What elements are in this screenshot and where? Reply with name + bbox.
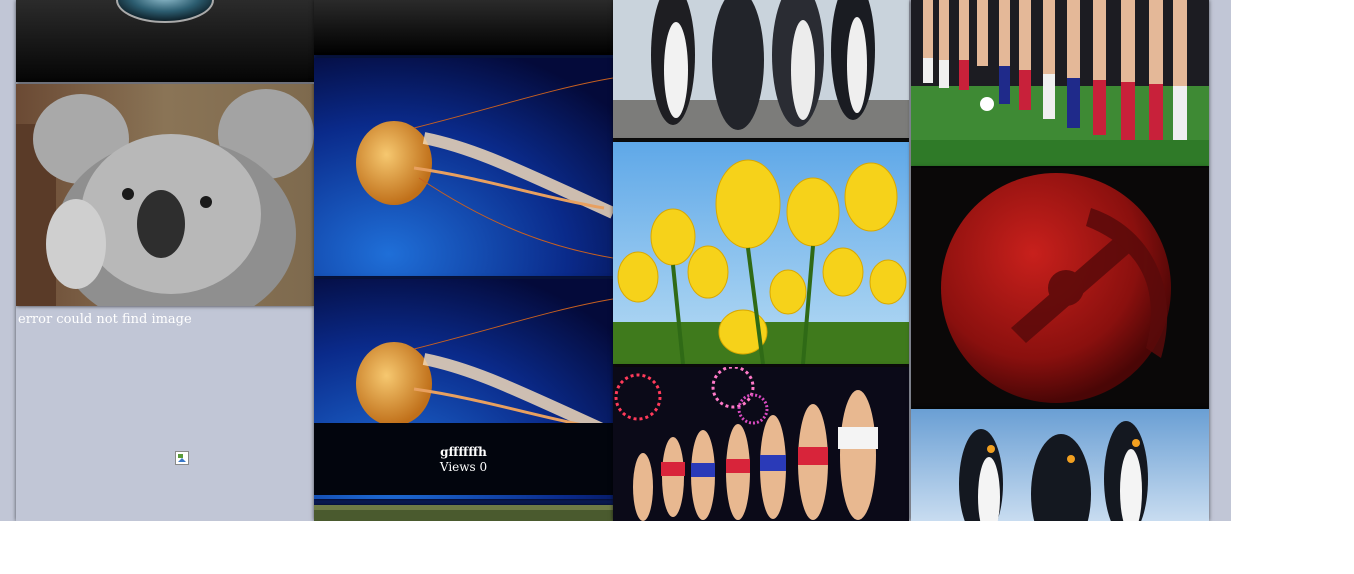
broken-image-icon	[175, 450, 189, 465]
gallery-column-1: error could not find image	[16, 0, 314, 521]
gallery-column-3	[613, 0, 909, 521]
gallery-tile-jellyfish-1[interactable]	[314, 58, 613, 276]
image-caption-overlay[interactable]: gffffffh Views 0	[314, 423, 613, 495]
gallery-tile-fireworks[interactable]	[613, 367, 909, 521]
gallery-tile-landscape[interactable]	[314, 505, 613, 521]
gallery-column-4	[911, 0, 1209, 521]
gallery-tile-soccer-legs[interactable]	[911, 0, 1209, 166]
image-view-count: Views 0	[439, 460, 488, 474]
image-error-message: error could not find image	[18, 312, 192, 327]
gallery-tile-logo[interactable]	[16, 0, 314, 82]
gallery-column-2: gffffffh Views 0	[314, 0, 613, 521]
gallery-tile-penguins[interactable]	[613, 0, 909, 138]
gallery-tile-red-moon[interactable]	[911, 168, 1209, 406]
image-caption-title: gffffffh	[440, 445, 487, 459]
gallery-tile-koala[interactable]	[16, 84, 314, 306]
gallery-tile-tulips[interactable]	[613, 142, 909, 364]
gallery-tile-dark-panel[interactable]	[314, 0, 613, 55]
gallery-tile-king-penguins[interactable]	[911, 409, 1209, 521]
gallery-board: error could not find image gffffffh View…	[0, 0, 1231, 521]
